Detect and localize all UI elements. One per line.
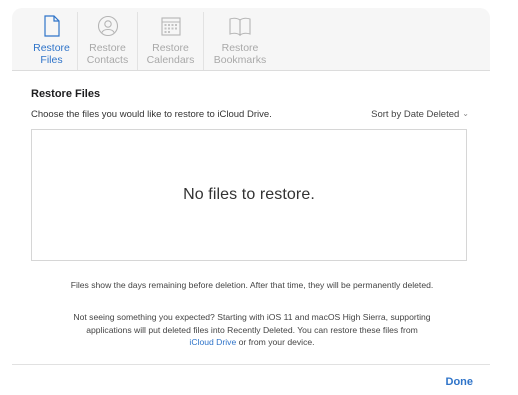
tab-restore-bookmarks[interactable]: Restore Bookmarks	[204, 12, 276, 70]
tab-label: Restore Files	[33, 42, 70, 66]
chevron-down-icon: ⌄	[462, 109, 469, 118]
tab-bar: Restore Files Restore Contacts Restore C…	[26, 12, 276, 70]
tab-restore-contacts[interactable]: Restore Contacts	[78, 12, 138, 70]
icloud-drive-link[interactable]: iCloud Drive	[189, 337, 236, 347]
tab-label-line: Restore	[89, 42, 126, 54]
contact-icon	[96, 14, 120, 38]
footer-divider	[12, 364, 490, 365]
help-note: Not seeing something you expected? Start…	[52, 311, 452, 349]
done-button[interactable]: Done	[446, 376, 474, 388]
sort-dropdown[interactable]: Sort by Date Deleted ⌄	[371, 109, 469, 120]
page-subtitle: Choose the files you would like to resto…	[31, 109, 272, 120]
tab-label-line: Calendars	[146, 54, 195, 66]
tab-label-line: Contacts	[86, 54, 129, 66]
tab-restore-calendars[interactable]: Restore Calendars	[138, 12, 204, 70]
tab-label: Restore Bookmarks	[214, 42, 267, 66]
sort-label: Sort by Date Deleted	[371, 109, 460, 120]
book-icon	[228, 14, 252, 38]
retention-note: Files show the days remaining before del…	[70, 280, 434, 290]
tab-label-line: Bookmarks	[213, 54, 267, 66]
help-suffix: or from your device.	[236, 337, 315, 347]
document-icon	[40, 14, 64, 38]
tab-restore-files[interactable]: Restore Files	[26, 12, 78, 70]
tab-label: Restore Contacts	[87, 42, 128, 66]
tab-label-line: Restore	[33, 42, 70, 54]
calendar-icon	[159, 14, 183, 38]
empty-state-message: No files to restore.	[183, 186, 315, 203]
tab-label-line: Restore	[152, 42, 189, 54]
restore-window: Restore Files Restore Contacts Restore C…	[12, 8, 490, 393]
tab-label-line: Files	[40, 54, 63, 66]
help-text: Not seeing something you expected? Start…	[73, 312, 431, 335]
toolbar: Restore Files Restore Contacts Restore C…	[12, 8, 490, 71]
tab-label-line: Restore	[221, 42, 259, 54]
page-title: Restore Files	[31, 88, 101, 100]
tab-label: Restore Calendars	[147, 42, 195, 66]
file-list: No files to restore.	[31, 129, 467, 261]
